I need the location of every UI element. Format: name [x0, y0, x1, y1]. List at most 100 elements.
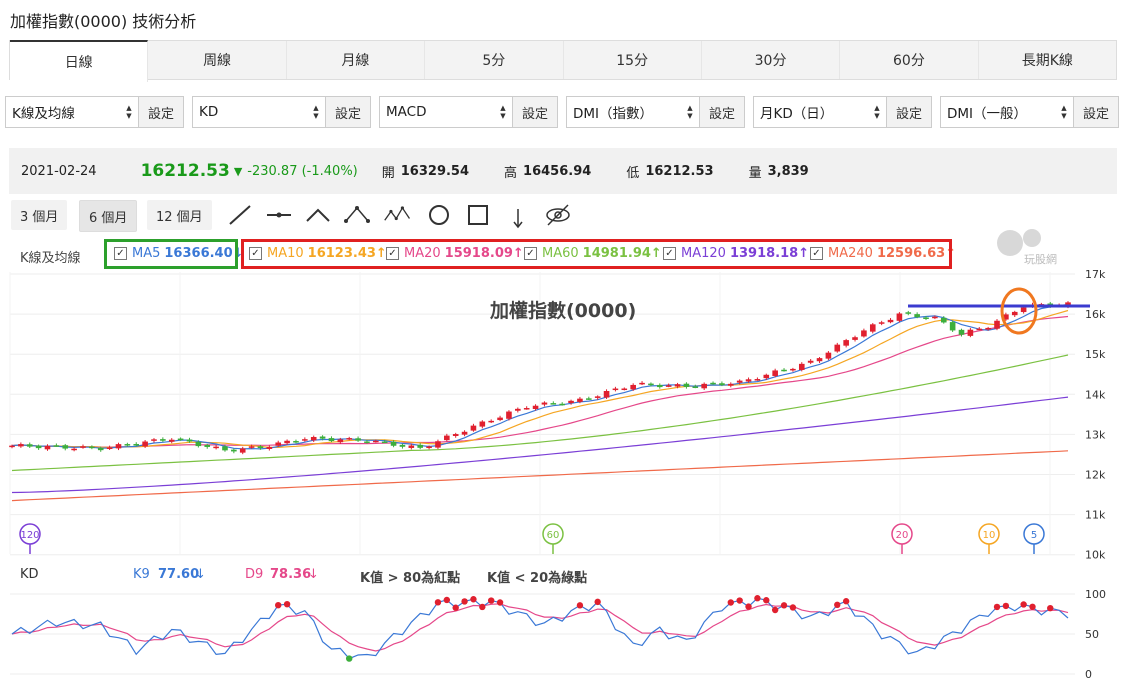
low-label: 低 [626, 165, 640, 181]
tab-long-term[interactable]: 長期K線 [979, 41, 1116, 79]
candle-body [222, 446, 228, 451]
tab-daily[interactable]: 日線 [10, 40, 149, 82]
period-tabs: 日線 周線 月線 5分 15分 30分 60分 長期K線 [9, 40, 1117, 82]
tab-15min[interactable]: 15分 [564, 41, 702, 79]
candle-body [674, 384, 681, 387]
candle-body [603, 390, 610, 398]
marker-label: 10 [983, 530, 996, 541]
candle-body [248, 446, 255, 448]
kd-note-red: K值 > 80為紅點 [360, 571, 461, 586]
indicator-select-3: MACD ▲ ▼ 設定 [379, 96, 558, 128]
candle-body [151, 439, 157, 441]
kd-red-dot [834, 601, 841, 609]
select-value[interactable]: DMI（一般） [941, 97, 1055, 127]
candle-body [284, 440, 290, 444]
candle-body [142, 441, 148, 447]
circle-tool-icon[interactable] [424, 201, 454, 229]
page-title: 加權指數(0000) 技術分析 [10, 12, 197, 31]
candle-body [1011, 311, 1018, 316]
candle-body [381, 441, 388, 444]
range-6-months[interactable]: 6 個月 [79, 200, 138, 232]
candle-body [497, 417, 503, 421]
candle-body [940, 317, 947, 323]
select-arrow-icon[interactable]: ▲ ▼ [120, 97, 138, 127]
horizontal-line-tool-icon[interactable] [264, 201, 294, 229]
select-value[interactable]: DMI（指數） [567, 97, 681, 127]
candle-body [71, 448, 77, 451]
settings-button[interactable]: 設定 [138, 97, 183, 127]
hide-eye-icon[interactable] [543, 201, 573, 229]
text-tool-icon[interactable] [503, 201, 533, 229]
trend-line-tool-icon[interactable] [225, 201, 255, 229]
candle-body [798, 363, 805, 370]
select-value[interactable]: 月KD（日） [754, 97, 868, 127]
settings-button[interactable]: 設定 [325, 97, 370, 127]
settings-button[interactable]: 設定 [699, 97, 744, 127]
candle-body [275, 442, 282, 446]
indicator-select-2: KD ▲ ▼ 設定 [192, 96, 371, 128]
candle-body [115, 444, 122, 449]
kd-red-dot [496, 599, 504, 606]
tab-monthly[interactable]: 月線 [287, 41, 426, 79]
kd-red-dot [842, 598, 850, 605]
candle-body [488, 420, 494, 423]
kd-chart[interactable]: 100 50 0 [0, 586, 1129, 684]
tab-30min[interactable]: 30分 [702, 41, 841, 79]
candle-body [701, 383, 707, 389]
range-3-months[interactable]: 3 個月 [11, 200, 68, 230]
candle-body [594, 396, 601, 398]
candle-body [586, 398, 592, 400]
settings-button[interactable]: 設定 [886, 97, 931, 127]
select-arrow-icon[interactable]: ▲ ▼ [868, 97, 886, 127]
kd-red-dot [487, 597, 495, 604]
kd-y-tick-label: 100 [1085, 588, 1106, 601]
rectangle-tool-icon[interactable] [463, 201, 493, 229]
select-arrow-icon[interactable]: ▲ ▼ [1055, 97, 1073, 127]
candle-body [861, 330, 867, 337]
wave-pattern-tool-icon[interactable] [383, 201, 413, 229]
candle-body [328, 438, 335, 442]
settings-button[interactable]: 設定 [512, 97, 557, 127]
indicator-select-4: DMI（指數） ▲ ▼ 設定 [566, 96, 745, 128]
candle-body [914, 314, 920, 318]
select-arrow-icon[interactable]: ▲ ▼ [494, 97, 512, 127]
k9-line [11, 597, 1069, 660]
candle-body [878, 322, 885, 324]
select-value[interactable]: MACD [380, 97, 494, 127]
y-tick-label: 15k [1085, 348, 1106, 361]
candle-body [408, 445, 415, 448]
settings-button[interactable]: 設定 [1073, 97, 1118, 127]
candle-body [426, 446, 432, 449]
candle-body [239, 448, 246, 453]
angle-line-tool-icon[interactable] [303, 201, 333, 229]
tab-5min[interactable]: 5分 [425, 41, 564, 79]
kd-red-dot [763, 597, 770, 604]
range-12-months[interactable]: 12 個月 [147, 200, 212, 230]
indicator-select-1: K線及均線 ▲ ▼ 設定 [5, 96, 184, 128]
select-value[interactable]: KD [193, 97, 307, 127]
select-arrow-icon[interactable]: ▲ ▼ [307, 97, 325, 127]
select-arrow-icon[interactable]: ▲ ▼ [681, 97, 699, 127]
kd-red-dot [479, 603, 486, 611]
candle-body [515, 408, 521, 411]
ma-marker-10: 10 [978, 523, 1000, 554]
candle-body [302, 439, 308, 441]
candle-body [754, 379, 761, 381]
candle-body [905, 312, 912, 314]
volume-value: 3,839 [767, 163, 809, 179]
tab-weekly[interactable]: 周線 [148, 41, 287, 79]
candle-body [399, 444, 406, 447]
candle-body [390, 441, 397, 446]
candle-body [80, 446, 86, 448]
candle-body [444, 435, 450, 441]
tab-60min[interactable]: 60分 [840, 41, 979, 79]
candle-body [44, 445, 51, 450]
candle-body [310, 436, 317, 441]
candle-body [648, 383, 654, 386]
candle-body [967, 329, 974, 336]
candle-body [958, 329, 965, 335]
select-value[interactable]: K線及均線 [6, 97, 120, 127]
down-arrow-icon: ▼ [233, 164, 243, 178]
abc-pattern-tool-icon[interactable] [342, 201, 372, 229]
kd-red-dot [1047, 604, 1054, 612]
